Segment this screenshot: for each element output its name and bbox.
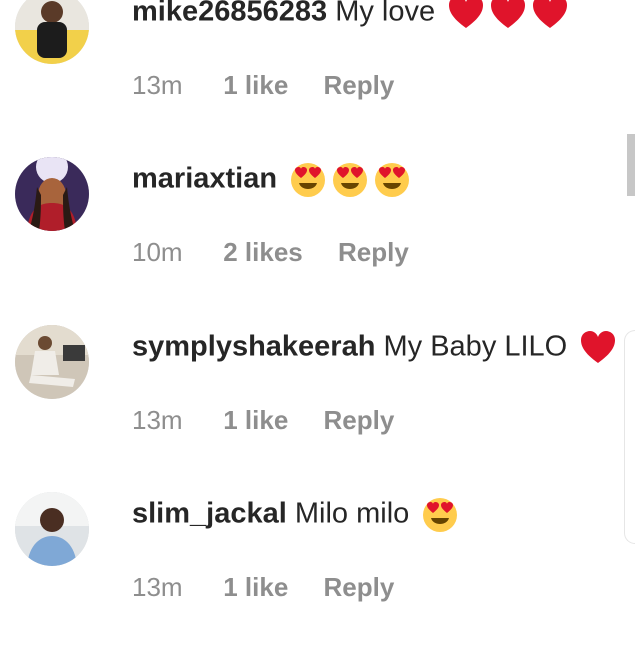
comment-line: mike26856283 My love — [132, 0, 569, 32]
heart-eyes-icon — [289, 161, 327, 199]
comment-likes[interactable]: 1 like — [223, 572, 288, 602]
comment-time: 13m — [132, 572, 183, 602]
comment-item: slim_jackal Milo milo 13m 1 like Reply — [0, 492, 635, 659]
reply-button[interactable]: Reply — [338, 237, 409, 267]
avatar[interactable] — [15, 325, 89, 399]
side-panel-edge — [624, 330, 635, 544]
avatar[interactable] — [15, 0, 89, 64]
comment-item: mariaxtian 10m 2 likes Reply — [0, 157, 635, 324]
red-heart-icon — [489, 0, 527, 32]
comment-text: My Baby LILO — [383, 330, 568, 363]
reply-button[interactable]: Reply — [324, 572, 395, 602]
comment-meta: 10m 2 likes Reply — [132, 237, 409, 267]
scrollbar-thumb[interactable] — [627, 134, 635, 196]
emoji-group — [579, 329, 617, 367]
emoji-group — [447, 0, 569, 32]
comment-time: 10m — [132, 237, 183, 267]
comment-meta: 13m 1 like Reply — [132, 70, 394, 100]
comment-text: Milo milo — [294, 497, 410, 530]
emoji-group — [289, 161, 411, 199]
comment-item: symplyshakeerah My Baby LILO 13m 1 like … — [0, 325, 635, 492]
comment-time: 13m — [132, 405, 183, 435]
heart-eyes-icon — [331, 161, 369, 199]
comment-text: My love — [335, 0, 436, 28]
reply-button[interactable]: Reply — [324, 70, 395, 100]
comment-time: 13m — [132, 70, 183, 100]
comment-meta: 13m 1 like Reply — [132, 405, 394, 435]
comment-line: mariaxtian — [132, 161, 411, 199]
emoji-group — [421, 496, 459, 534]
comment-username[interactable]: mariaxtian — [132, 163, 277, 195]
comment-username[interactable]: symplyshakeerah — [132, 331, 375, 363]
comment-username[interactable]: slim_jackal — [132, 498, 287, 530]
red-heart-icon — [531, 0, 569, 32]
comment-likes[interactable]: 2 likes — [223, 237, 303, 267]
comment-likes[interactable]: 1 like — [223, 70, 288, 100]
comment-line: symplyshakeerah My Baby LILO — [132, 329, 617, 367]
red-heart-icon — [447, 0, 485, 32]
red-heart-icon — [579, 329, 617, 367]
reply-button[interactable]: Reply — [324, 405, 395, 435]
heart-eyes-icon — [373, 161, 411, 199]
heart-eyes-icon — [421, 496, 459, 534]
comment-meta: 13m 1 like Reply — [132, 572, 394, 602]
comment-line: slim_jackal Milo milo — [132, 496, 459, 534]
avatar[interactable] — [15, 492, 89, 566]
comment-likes[interactable]: 1 like — [223, 405, 288, 435]
avatar[interactable] — [15, 157, 89, 231]
comment-username[interactable]: mike26856283 — [132, 0, 327, 28]
comment-item: mike26856283 My love 13m 1 like Reply — [0, 0, 635, 157]
